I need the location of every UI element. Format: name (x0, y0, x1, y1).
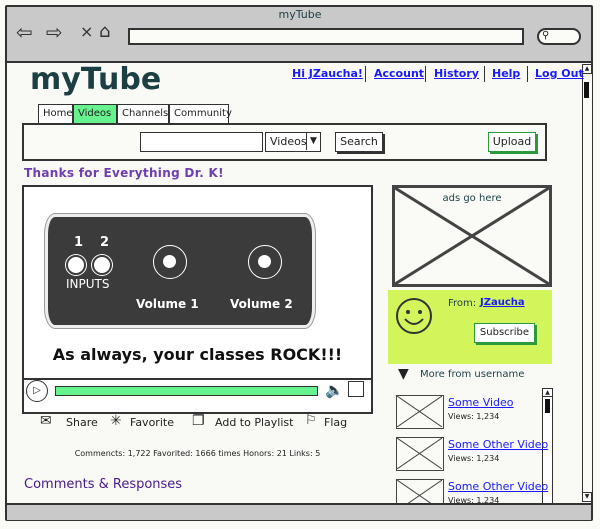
volume-1-label: Volume 1 (136, 297, 199, 311)
subscribe-button[interactable]: Subscribe (474, 323, 535, 343)
video-thumbnail[interactable] (396, 437, 444, 471)
from-label: From: (448, 298, 477, 309)
tab-channels[interactable]: Channels (117, 104, 169, 123)
list-item-views: Views: 1,234 (448, 454, 500, 463)
upload-button[interactable]: Upload (488, 132, 536, 152)
inputs-label: INPUTS (66, 277, 110, 291)
mail-icon: ✉ (40, 413, 52, 429)
account-link[interactable]: Account (374, 67, 424, 80)
controls-divider (22, 378, 373, 380)
video-caption: As always, your classes ROCK!!! (52, 345, 343, 364)
divider (365, 66, 366, 82)
volume-2-label: Volume 2 (230, 297, 293, 311)
tab-videos[interactable]: Videos (73, 104, 117, 123)
smiley-avatar-icon (395, 297, 433, 335)
search-button[interactable]: Search (335, 132, 383, 152)
category-select[interactable]: Videos ▼ (265, 132, 321, 152)
divider (484, 66, 485, 82)
tab-community[interactable]: Community (169, 104, 232, 123)
comments-heading: Comments & Responses (24, 477, 183, 492)
input-jack-icon (66, 255, 86, 275)
flag-button[interactable]: Flag (324, 416, 347, 429)
video-stats: Commencts: 1,722 Favorited: 1666 times H… (74, 449, 321, 458)
status-bar-overlay (7, 503, 591, 520)
input-jack-icon (92, 255, 112, 275)
input-1-label: 1 (74, 235, 84, 250)
help-link[interactable]: Help (492, 67, 520, 80)
list-item-title[interactable]: Some Other Video (448, 438, 548, 451)
favorite-star-icon: ✳ (110, 413, 122, 429)
site-logo[interactable]: myTube (30, 62, 161, 97)
volume-icon[interactable]: 🔈 (325, 381, 344, 399)
chevron-down-icon: ▼ (306, 133, 320, 150)
divider (425, 66, 426, 82)
browser-search-field[interactable]: ⚲ (537, 28, 581, 45)
list-item-title[interactable]: Some Other Video (448, 480, 548, 493)
video-thumbnail[interactable] (396, 395, 444, 429)
home-icon[interactable]: ⌂ (99, 20, 110, 44)
greeting-link[interactable]: Hi JZaucha! (292, 67, 363, 80)
flag-icon: ⚐ (305, 413, 317, 428)
tab-home[interactable]: Home (38, 104, 73, 123)
input-2-label: 2 (100, 235, 110, 250)
search-icon: ⚲ (542, 30, 550, 41)
volume-knob-icon (248, 245, 282, 279)
ad-text: ads go here (442, 193, 502, 204)
search-input[interactable] (140, 132, 263, 152)
video-frame-amp-panel: 1 2 INPUTS Volume 1 Volume 2 (45, 214, 315, 328)
triangle-down-icon[interactable]: ▼ (398, 366, 409, 382)
video-title: Thanks for Everything Dr. K! (24, 166, 224, 180)
address-bar[interactable] (128, 28, 524, 45)
uploader-link[interactable]: JZaucha (480, 297, 525, 308)
history-link[interactable]: History (434, 67, 479, 80)
stop-icon[interactable]: × (80, 20, 93, 44)
category-value: Videos (270, 135, 307, 148)
favorite-button[interactable]: Favorite (130, 416, 174, 429)
forward-arrow-icon[interactable]: ⇨ (46, 20, 63, 44)
play-icon[interactable]: ▷ (26, 380, 48, 402)
progress-bar[interactable] (55, 386, 318, 396)
logout-link[interactable]: Log Out (535, 67, 584, 80)
list-item-title[interactable]: Some Video (448, 396, 514, 409)
volume-knob-icon (153, 245, 187, 279)
divider (527, 66, 528, 82)
scroll-thumb[interactable] (584, 82, 589, 98)
share-button[interactable]: Share (66, 416, 98, 429)
back-arrow-icon[interactable]: ⇦ (16, 20, 33, 44)
more-heading: More from username (420, 369, 525, 380)
add-to-playlist-button[interactable]: Add to Playlist (215, 416, 293, 429)
playlist-icon: ❐ (192, 413, 205, 429)
page-scrollbar[interactable] (582, 64, 592, 502)
fullscreen-icon[interactable] (348, 381, 364, 397)
scroll-down-button[interactable]: ▼ (582, 492, 592, 502)
list-item-views: Views: 1,234 (448, 412, 500, 421)
